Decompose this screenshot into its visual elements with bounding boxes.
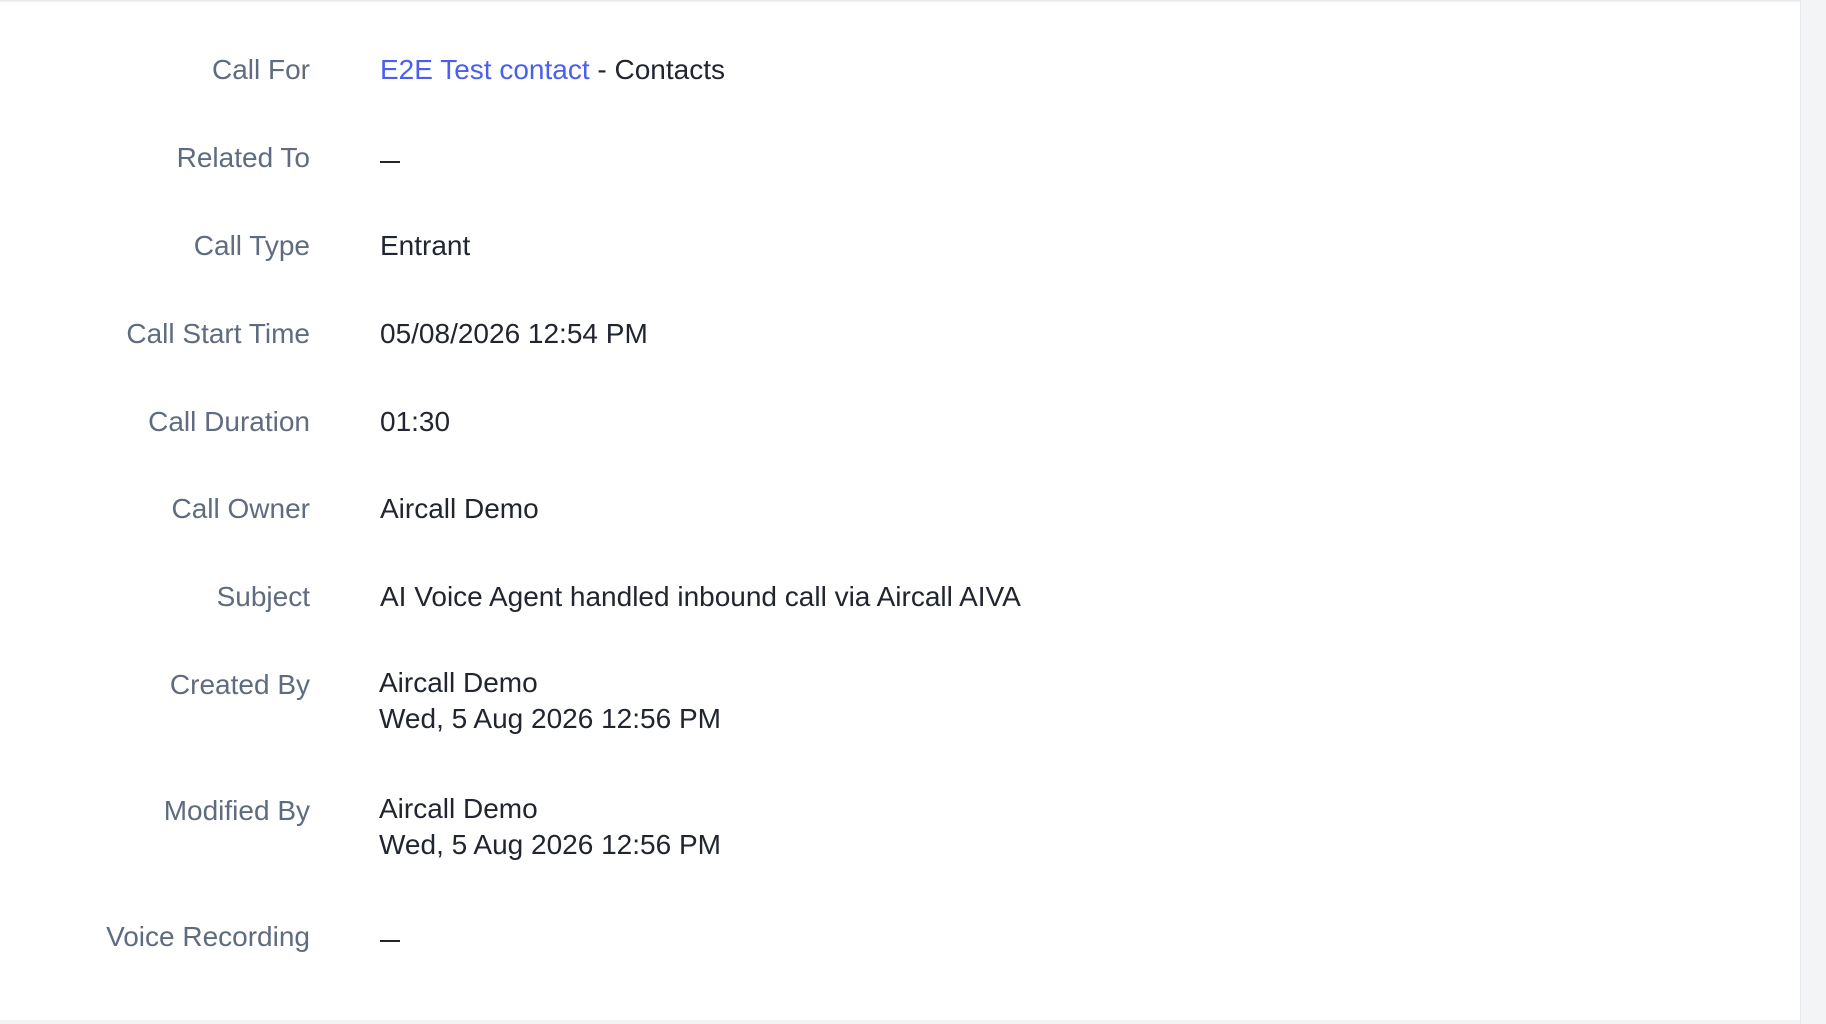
- contact-link[interactable]: E2E Test contact: [380, 54, 590, 85]
- field-label-call-start-time: Call Start Time: [126, 318, 310, 349]
- field-value-call-owner: Aircall Demo: [380, 493, 539, 524]
- field-label-voice-recording: Voice Recording: [106, 921, 310, 952]
- field-value-subject: AI Voice Agent handled inbound call via …: [380, 581, 1021, 612]
- bottom-edge: [0, 1020, 1800, 1024]
- field-label-call-for: Call For: [211, 54, 310, 85]
- field-value-call-duration: 01:30: [380, 406, 451, 437]
- module-suffix: - Contacts: [589, 54, 725, 85]
- created-by-timestamp: Wed, 5 Aug 2026 12:56 PM: [379, 703, 721, 734]
- field-label-subject: Subject: [216, 581, 310, 612]
- modified-by-user: Aircall Demo: [379, 793, 538, 824]
- created-by-user: Aircall Demo: [379, 667, 538, 698]
- scrollbar-gutter[interactable]: [1800, 0, 1826, 1024]
- empty-value-dash: [380, 939, 400, 942]
- call-details-page: Call For E2E Test contact - Contacts Rel…: [0, 0, 1826, 1024]
- field-value-call-type: Entrant: [380, 230, 471, 261]
- top-shadow: [0, 0, 1800, 3]
- field-value-call-start-time: 05/08/2026 12:54 PM: [380, 318, 648, 349]
- field-value-created-by: Aircall Demo Wed, 5 Aug 2026 12:56 PM: [379, 666, 721, 736]
- field-value-modified-by: Aircall Demo Wed, 5 Aug 2026 12:56 PM: [379, 792, 721, 862]
- field-label-call-duration: Call Duration: [148, 406, 310, 437]
- field-label-modified-by: Modified By: [163, 795, 310, 826]
- field-value-call-for: E2E Test contact - Contacts: [380, 53, 725, 87]
- field-value-voice-recording: —: [380, 920, 400, 954]
- field-label-created-by: Created By: [169, 669, 310, 700]
- field-label-call-owner: Call Owner: [171, 493, 310, 524]
- field-label-related-to: Related To: [176, 142, 310, 173]
- empty-value-dash: [380, 160, 400, 163]
- field-label-call-type: Call Type: [193, 230, 310, 261]
- field-value-related-to: —: [380, 141, 400, 175]
- modified-by-timestamp: Wed, 5 Aug 2026 12:56 PM: [379, 829, 721, 860]
